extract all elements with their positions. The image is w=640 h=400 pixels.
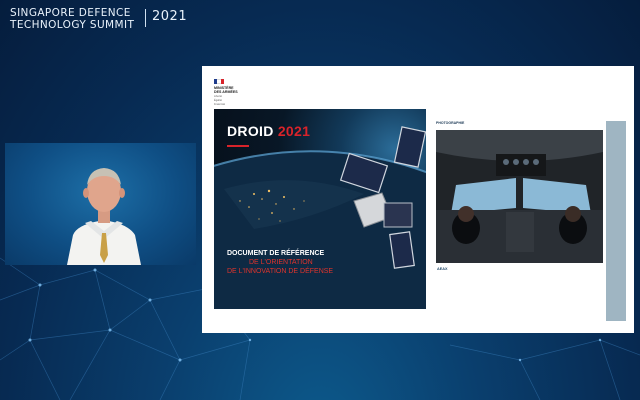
cover-subtitle: Document de référence de l'orientation d…	[227, 249, 333, 276]
section-label: Photographie	[436, 121, 465, 125]
event-name-line2: Technology Summit	[10, 19, 135, 31]
motto-fraternite: Fraternité	[214, 103, 226, 106]
cover-title-year: 2021	[277, 123, 311, 139]
cover-subtitle-line2: de l'orientation	[249, 259, 313, 266]
caption-title: AEAX	[437, 267, 448, 271]
document-right-page: Photographie AEAX	[430, 109, 626, 321]
speaker-figure	[67, 168, 141, 265]
document-cover: DROID 2021 Document de référence de l'or…	[214, 109, 426, 309]
cover-title-droid: DROID	[227, 123, 274, 139]
cover-subtitle-line1: Document de référence	[227, 250, 325, 257]
teal-accent-band	[606, 121, 626, 321]
earth-satellite-image	[214, 126, 426, 309]
event-name-line1: Singapore Defence	[10, 7, 131, 19]
motto-egalite: Égalité	[214, 99, 222, 102]
cockpit-photo	[436, 130, 603, 263]
french-flag-icon	[214, 79, 224, 84]
brand-divider	[145, 9, 146, 27]
cover-title: DROID 2021	[227, 123, 310, 139]
motto-liberte: Liberté	[214, 95, 222, 98]
cover-accent-rule	[227, 145, 249, 147]
ministry-logo: Ministère des Armées Liberté Égalité Fra…	[214, 79, 250, 106]
event-year: 2021	[152, 9, 188, 24]
speaker-video	[5, 143, 196, 265]
ministry-name-line2: des Armées	[214, 90, 238, 94]
event-logo: Singapore Defence Technology Summit	[10, 7, 134, 31]
presentation-slide: Ministère des Armées Liberté Égalité Fra…	[202, 66, 634, 333]
cockpit-image	[436, 130, 603, 263]
cover-subtitle-line3: de l'innovation de défense	[227, 268, 334, 275]
